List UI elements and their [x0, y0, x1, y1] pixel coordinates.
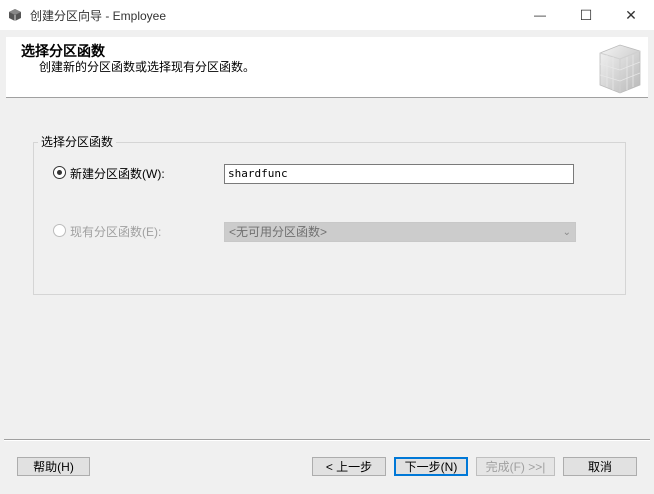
groupbox-label: 选择分区函数 [38, 133, 117, 150]
maximize-icon: ☐ [579, 6, 593, 23]
close-button[interactable]: ✕ [608, 0, 654, 30]
maximize-button[interactable]: ☐ [563, 0, 609, 30]
new-function-radio[interactable] [53, 166, 66, 179]
app-icon [9, 9, 21, 21]
window-title: 创建分区向导 - Employee [30, 9, 167, 23]
cube-grid-icon [599, 44, 641, 94]
new-function-label[interactable]: 新建分区函数(W): [70, 165, 165, 182]
footer-separator-highlight [4, 440, 650, 441]
next-button[interactable]: 下一步(N) [394, 457, 468, 476]
cancel-button[interactable]: 取消 [563, 457, 637, 476]
help-button[interactable]: 帮助(H) [17, 457, 90, 476]
close-icon: ✕ [625, 6, 637, 23]
minimize-button[interactable]: — [517, 0, 563, 30]
chevron-down-icon: ⌄ [562, 227, 571, 238]
existing-function-radio[interactable] [53, 224, 66, 237]
finish-button[interactable]: 完成(F) >>| [476, 457, 555, 476]
combo-value: <无可用分区函数> [229, 225, 328, 239]
existing-function-combo[interactable]: <无可用分区函数> ⌄ [224, 222, 576, 242]
title-bar[interactable]: 创建分区向导 - Employee — ☐ ✕ [0, 0, 654, 30]
minimize-icon: — [534, 8, 546, 22]
new-function-name-input[interactable]: shardfunc [224, 164, 574, 184]
wizard-header: 选择分区函数 创建新的分区函数或选择现有分区函数。 [6, 37, 648, 98]
radio-selected-dot [57, 170, 62, 175]
existing-function-label[interactable]: 现有分区函数(E): [70, 223, 161, 240]
back-button[interactable]: < 上一步 [312, 457, 386, 476]
page-subtitle: 创建新的分区函数或选择现有分区函数。 [39, 60, 256, 74]
